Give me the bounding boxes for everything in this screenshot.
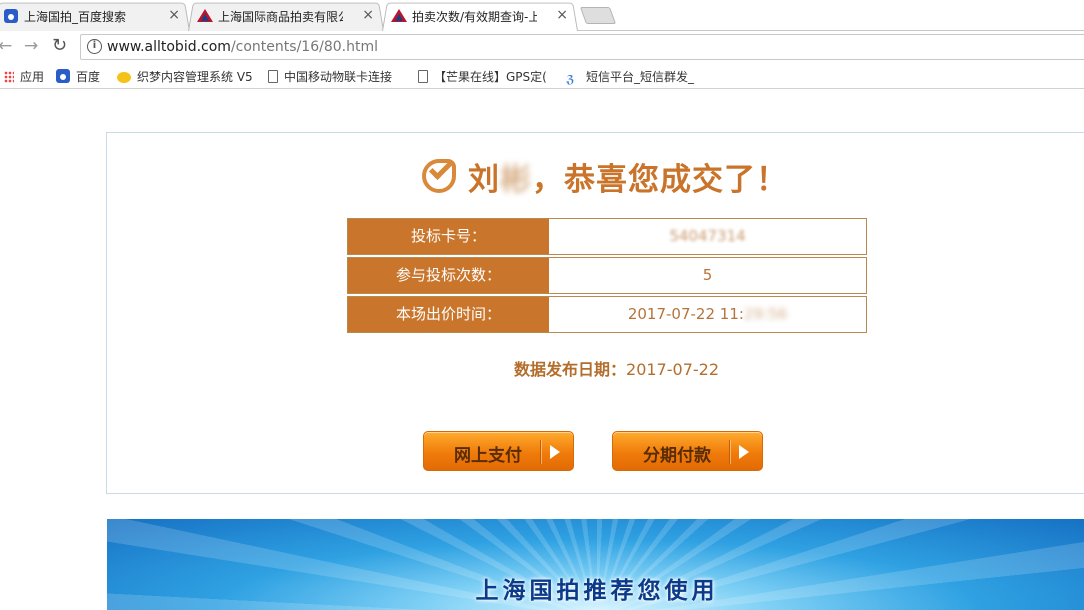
promo-banner[interactable]: 上海国拍推荐您使用 xyxy=(107,519,1084,610)
sms-logo-icon: ℨ xyxy=(566,73,575,85)
info-icon[interactable]: i xyxy=(87,39,102,54)
table-row: 投标卡号： 54047314 xyxy=(347,218,867,255)
congrats-headline: 刘彬，恭喜您成交了！ xyxy=(420,152,788,200)
close-icon[interactable]: × xyxy=(362,7,374,23)
close-icon[interactable]: × xyxy=(556,7,568,23)
row-value: 5 xyxy=(549,258,866,293)
congrats-text: 刘彬，恭喜您成交了！ xyxy=(468,161,788,198)
table-row: 参与投标次数： 5 xyxy=(347,257,867,294)
apps-grid-icon xyxy=(4,71,14,83)
row-label: 参与投标次数： xyxy=(348,258,549,293)
row-label: 投标卡号： xyxy=(348,219,549,254)
tab-alltobid-home[interactable]: 上海国际商品拍卖有限公 × xyxy=(188,1,384,32)
bookmark-iot-card[interactable]: 中国移动物联卡连接 xyxy=(268,68,404,85)
alltobid-logo-icon xyxy=(197,9,213,23)
row-label: 本场出价时间： xyxy=(348,297,549,332)
dedecms-icon xyxy=(117,72,131,83)
installment-button[interactable]: 分期付款 xyxy=(612,431,763,471)
browser-toolbar: ← → ↻ i www.alltobid.com/contents/16/80.… xyxy=(0,31,1084,62)
baidu-paw-icon xyxy=(4,9,18,23)
bookmark-apps[interactable]: 应用 xyxy=(4,68,44,85)
bookmark-sms-platform[interactable]: ℨ 短信平台_短信群发_ xyxy=(566,68,706,85)
row-value: 2017-07-22 11:29:56 xyxy=(549,297,866,332)
reload-icon[interactable]: ↻ xyxy=(52,35,67,56)
tab-label: 拍卖次数/有效期查询-上 xyxy=(412,10,537,24)
new-tab-button[interactable] xyxy=(579,7,617,24)
tab-label: 上海国拍_百度搜索 xyxy=(24,10,127,24)
row-value: 54047314 xyxy=(549,219,866,254)
tab-baidu-search[interactable]: 上海国拍_百度搜索 × xyxy=(0,1,190,32)
alltobid-logo-icon xyxy=(391,9,407,23)
table-row: 本场出价时间： 2017-07-22 11:29:56 xyxy=(347,296,867,333)
bookmark-dedecms[interactable]: 织梦内容管理系统 V5 xyxy=(117,68,254,85)
page-icon xyxy=(268,70,278,83)
bookmark-gps[interactable]: 【芒果在线】GPS定( xyxy=(418,68,552,85)
publish-date: 数据发布日期：2017-07-22 xyxy=(514,360,719,379)
tab-strip: 上海国拍_百度搜索 × 上海国际商品拍卖有限公 × 拍卖次数/有效期查询-上 × xyxy=(0,0,1084,32)
close-icon[interactable]: × xyxy=(168,7,180,23)
bookmarks-bar: 应用 百度 织梦内容管理系统 V5 中国移动物联卡连接 【芒果在线】GPS定( … xyxy=(0,62,1084,89)
page-icon xyxy=(418,70,428,83)
back-arrow-icon[interactable]: ← xyxy=(0,36,12,56)
address-bar[interactable]: i www.alltobid.com/contents/16/80.html xyxy=(80,34,1084,60)
bookmark-baidu[interactable]: 百度 xyxy=(56,68,100,85)
checkmark-icon xyxy=(420,155,460,196)
banner-text: 上海国拍推荐您使用 xyxy=(475,577,719,604)
baidu-paw-icon xyxy=(56,69,70,83)
url-text: www.alltobid.com/contents/16/80.html xyxy=(107,39,378,55)
bid-info-table: 投标卡号： 54047314 参与投标次数： 5 本场出价时间： 2017-07… xyxy=(347,218,867,335)
play-arrow-icon xyxy=(739,445,749,459)
pay-online-button[interactable]: 网上支付 xyxy=(423,431,574,471)
tab-label: 上海国际商品拍卖有限公 xyxy=(218,10,343,24)
tab-bid-query[interactable]: 拍卖次数/有效期查询-上 × xyxy=(382,1,578,32)
play-arrow-icon xyxy=(550,445,560,459)
forward-arrow-icon[interactable]: → xyxy=(24,36,38,56)
